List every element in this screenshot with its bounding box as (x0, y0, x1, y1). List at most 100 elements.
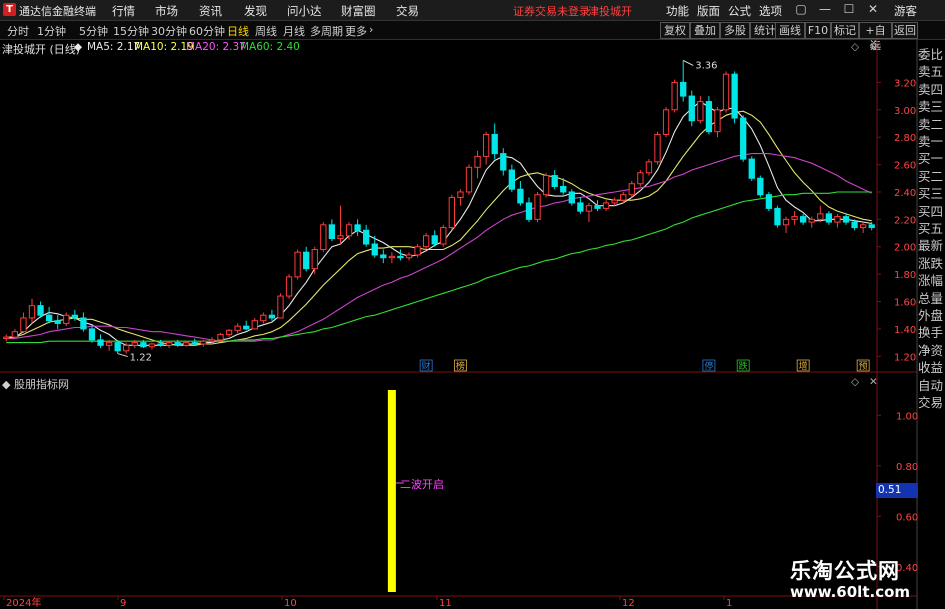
candle-body (260, 314, 267, 322)
side-tab-3[interactable]: 卖三 (918, 97, 945, 116)
candle-body (774, 207, 781, 226)
candle-body (431, 235, 438, 245)
candle-body (851, 221, 858, 229)
indicator-tick-label-0: 1.00 (896, 411, 918, 422)
side-tab-2[interactable]: 卖四 (918, 80, 945, 99)
candle-body (405, 254, 413, 259)
side-tab-13[interactable]: 涨幅 (918, 271, 945, 290)
candle-body (722, 73, 730, 111)
side-tab-8[interactable]: 买三 (918, 184, 945, 203)
candle-body (671, 81, 678, 111)
candle-body (594, 205, 601, 209)
side-tab-0[interactable]: 委比 (918, 45, 945, 64)
candle-body (748, 158, 755, 179)
candle-body (37, 305, 44, 316)
watermark-title: 乐淘公式网 (790, 559, 900, 583)
candle-body (448, 196, 456, 229)
price-tick-label-2: 2.80 (894, 133, 916, 144)
ma-line-ma20 (6, 153, 872, 342)
candle-body (380, 254, 387, 259)
ma-line-ma60 (6, 191, 872, 344)
side-tab-18[interactable]: 收益 (918, 358, 945, 377)
side-tab-15[interactable]: 外盘 (918, 306, 945, 325)
candle-body (388, 255, 396, 259)
date-tick-label-2: 10 (284, 598, 297, 609)
side-tab-5[interactable]: 卖一 (918, 132, 945, 151)
side-tab-4[interactable]: 卖二 (918, 115, 945, 134)
price-tick-label-1: 3.00 (894, 106, 916, 117)
signal-label: 二波开启 (400, 478, 444, 491)
candle-body (217, 333, 224, 341)
candle-body (817, 213, 824, 220)
candle-body (123, 344, 130, 352)
candle-body (482, 133, 490, 157)
candle-body (645, 161, 653, 174)
candle-body (337, 235, 344, 240)
low-marker-line (117, 353, 128, 358)
candle-body (243, 325, 250, 330)
candle-body (174, 342, 181, 346)
side-tab-7[interactable]: 买二 (918, 167, 945, 186)
candle-body (140, 342, 147, 348)
side-tab-10[interactable]: 买五 (918, 219, 945, 238)
candle-body (611, 199, 618, 204)
event-tag: 财 (422, 360, 431, 372)
candle-body (474, 155, 481, 168)
candle-body (208, 339, 216, 342)
candle-body (320, 224, 327, 250)
candle-body (457, 191, 464, 198)
event-tag: 预 (859, 361, 868, 372)
candle-body (808, 218, 815, 223)
date-tick-label-5: 1 (726, 598, 732, 609)
indicator-value-badge: 0.51 (876, 483, 918, 498)
side-tab-6[interactable]: 买一 (918, 149, 945, 168)
kline-chart[interactable]: 3.20 3.00 2.80 2.60 2.40 2.20 2.00 1.80 1.60 1.40… (0, 0, 945, 609)
candle-body (568, 191, 575, 204)
event-tag: 跌 (739, 361, 748, 372)
candle-body (225, 329, 233, 335)
candle-body (525, 202, 533, 220)
candle-body (148, 343, 156, 348)
date-tick-label-1: 9 (120, 598, 126, 609)
candle-body (465, 166, 473, 193)
side-tab-9[interactable]: 买四 (918, 202, 945, 221)
candle-body (414, 246, 421, 256)
event-tag: 增 (799, 360, 808, 372)
side-tab-1[interactable]: 卖五 (918, 62, 945, 81)
event-tag: 榜 (456, 360, 465, 372)
candle-body (757, 177, 764, 196)
signal-bar (387, 390, 396, 592)
side-tab-12[interactable]: 涨跌 (918, 254, 945, 273)
candle-body (577, 202, 584, 212)
candle-body (11, 331, 19, 338)
candle-body (3, 336, 10, 339)
side-tab-19[interactable]: 自动 (918, 376, 945, 395)
candle-body (97, 339, 104, 346)
candle-body (697, 101, 704, 122)
date-tick-label-4: 12 (622, 598, 635, 609)
price-tick-label-4: 2.40 (894, 188, 916, 199)
price-tick-label-10: 1.20 (894, 352, 916, 363)
side-tab-16[interactable]: 换手 (918, 323, 945, 342)
candle-body (654, 133, 661, 163)
candle-body (303, 251, 310, 270)
candle-body (800, 216, 807, 223)
candle-body (200, 340, 207, 345)
candle-body (782, 218, 790, 226)
side-tab-14[interactable]: 总量 (918, 289, 945, 308)
candle-body (371, 243, 378, 256)
candle-body (234, 325, 241, 331)
price-tick-label-7: 1.80 (894, 270, 916, 281)
candle-body (560, 185, 567, 193)
side-tab-17[interactable]: 净资 (918, 341, 945, 360)
candle-body (277, 295, 284, 319)
candle-body (731, 73, 738, 119)
candle-body (834, 216, 841, 223)
event-tag: 停 (704, 360, 713, 372)
candle-body (54, 320, 61, 324)
side-tab-20[interactable]: 交易 (918, 393, 945, 412)
candle-body (714, 109, 721, 133)
candle-body (491, 133, 498, 155)
candle-body (740, 117, 747, 160)
side-tab-11[interactable]: 最新 (918, 236, 945, 255)
